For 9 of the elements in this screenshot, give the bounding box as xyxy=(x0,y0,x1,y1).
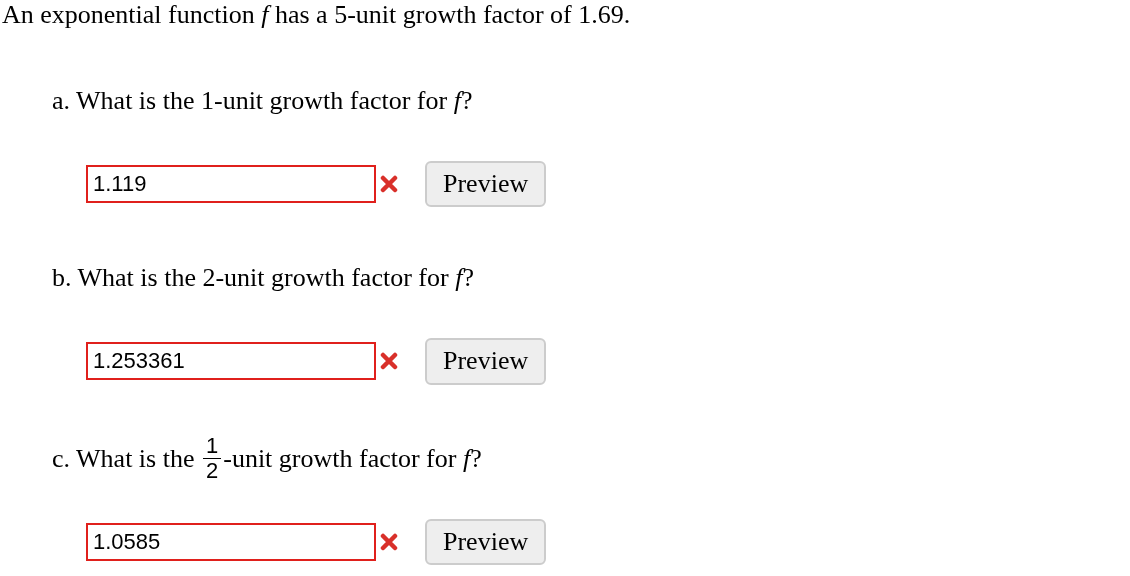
question-text: a. What is the 1-unit growth factor for f? xyxy=(52,84,474,117)
preview-button[interactable]: Preview xyxy=(425,160,547,208)
answer-field[interactable]: 1.253361 xyxy=(86,342,376,381)
question-text: b. What is the 2-unit growth factor for f? xyxy=(52,262,475,295)
answer-field[interactable]: 1.0585 xyxy=(86,522,376,561)
problem-statement: An exponential function f has a 5-unit growth factor of 1.69. xyxy=(1,0,632,30)
preview-button[interactable]: Preview xyxy=(425,338,547,385)
preview-button[interactable]: Preview xyxy=(425,518,547,566)
answer-field[interactable]: 1.119 xyxy=(86,165,376,204)
